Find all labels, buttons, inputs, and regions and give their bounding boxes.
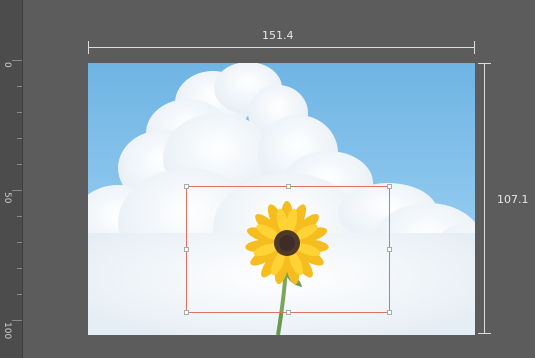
height-dimension-label: 107.1 (497, 193, 529, 206)
crop-handle-left[interactable] (184, 247, 189, 252)
height-dimension-line (478, 63, 491, 334)
editor-canvas: 0 50 100 151.4 107.1 (0, 0, 535, 358)
dimension-cap (88, 41, 89, 54)
width-dimension-line (88, 41, 475, 54)
crop-handle-bottom-left[interactable] (184, 310, 189, 315)
ruler-tick (17, 112, 22, 113)
ruler-tick (17, 294, 22, 295)
crop-selection-box[interactable] (184, 184, 392, 315)
dimension-cap (474, 41, 475, 54)
crop-handle-bottom[interactable] (286, 310, 291, 315)
ruler-tick (17, 216, 22, 217)
width-dimension-label: 151.4 (262, 29, 294, 42)
crop-handle-right[interactable] (387, 247, 392, 252)
vertical-ruler[interactable]: 0 50 100 (0, 0, 23, 358)
crop-handle-bottom-right[interactable] (387, 310, 392, 315)
crop-handle-top-left[interactable] (184, 184, 189, 189)
ruler-tick (17, 242, 22, 243)
ruler-tick (12, 190, 22, 191)
ruler-tick (12, 60, 22, 61)
dimension-cap (478, 333, 491, 334)
ruler-tick (12, 320, 22, 321)
ruler-label-100: 100 (2, 322, 12, 340)
ruler-label-0: 0 (2, 62, 12, 68)
ruler-label-50: 50 (2, 192, 12, 204)
crop-handle-top-right[interactable] (387, 184, 392, 189)
dimension-cap (478, 63, 491, 64)
ruler-tick (17, 138, 22, 139)
ruler-tick (17, 164, 22, 165)
ruler-tick (17, 268, 22, 269)
crop-handle-top[interactable] (286, 184, 291, 189)
ruler-tick (17, 86, 22, 87)
